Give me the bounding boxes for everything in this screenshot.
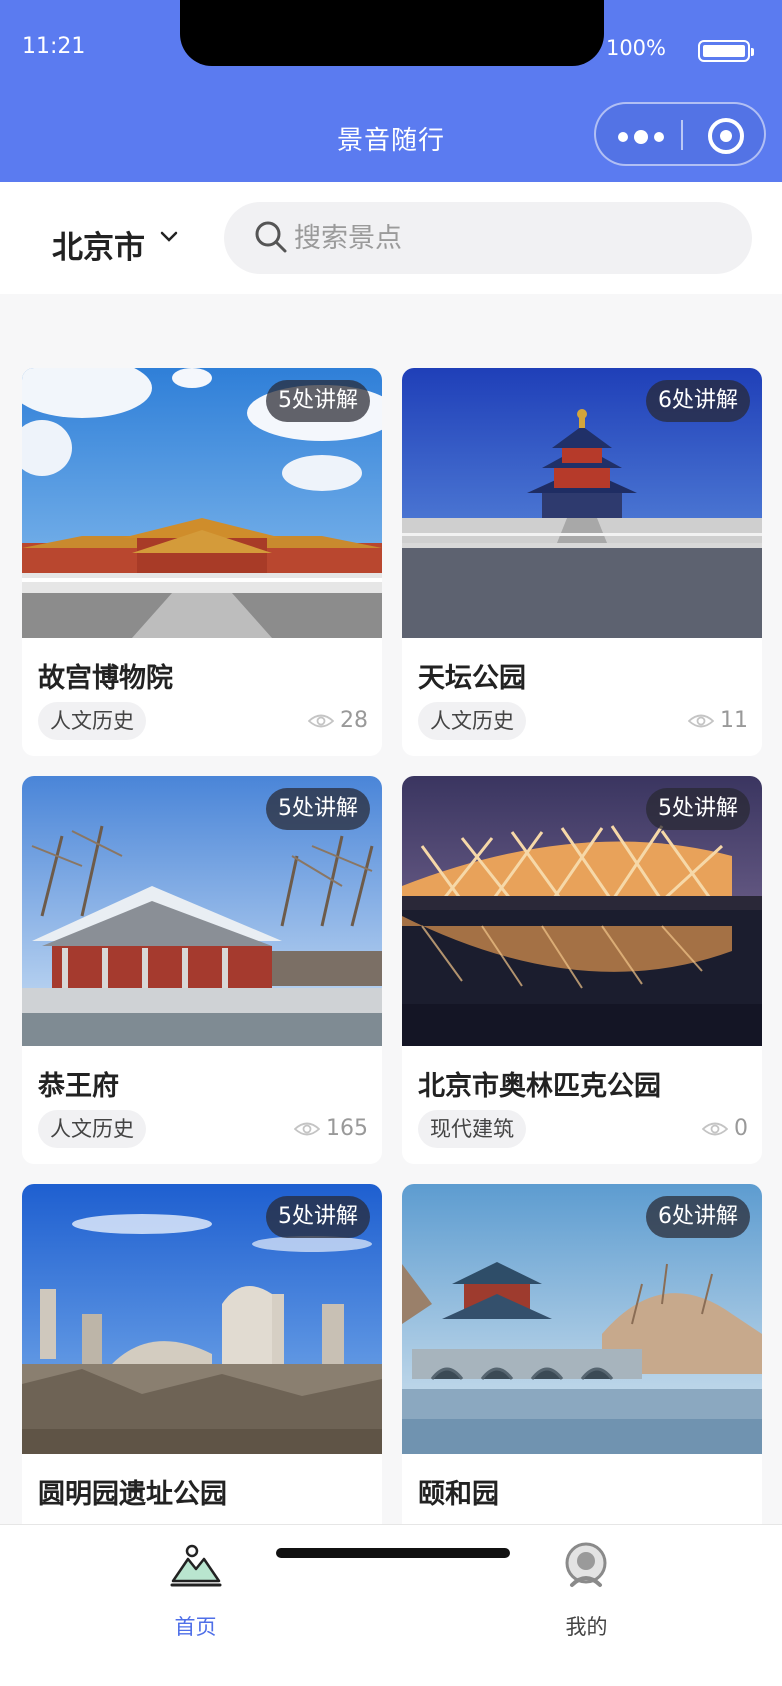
attraction-image: 6处讲解 xyxy=(402,368,762,638)
attraction-title: 圆明园遗址公园 xyxy=(38,1479,227,1510)
attraction-card[interactable]: 5处讲解 北京市奥林匹克公园 现代建筑 0 xyxy=(402,776,762,1164)
tab-home-label: 首页 xyxy=(174,1615,217,1639)
tab-mine-label: 我的 xyxy=(565,1615,608,1639)
tab-home[interactable]: 首页 xyxy=(0,1525,391,1655)
search-icon xyxy=(255,221,287,253)
search-box[interactable] xyxy=(224,202,752,274)
phone-screen: 11:21 100% 景音随行 北京市 搜索景点 5处讲解 故宫博物院 人文历史… xyxy=(0,0,782,1686)
category-tag: 人文历史 xyxy=(38,1110,146,1148)
attraction-title: 恭王府 xyxy=(38,1071,119,1102)
search-input[interactable] xyxy=(294,220,714,256)
view-count-value: 11 xyxy=(720,708,748,733)
attraction-image: 5处讲解 xyxy=(22,1184,382,1454)
category-tag: 现代建筑 xyxy=(418,1110,526,1148)
view-count: 165 xyxy=(294,1116,368,1141)
close-target-icon[interactable] xyxy=(708,118,744,154)
view-count: 11 xyxy=(688,708,748,733)
attraction-title: 故宫博物院 xyxy=(38,663,173,694)
attraction-grid: 5处讲解 故宫博物院 人文历史 28 6处讲解 天坛公园 人文历史 11 5处讲… xyxy=(22,368,762,1572)
audio-count-badge: 5处讲解 xyxy=(266,380,370,422)
capsule-divider xyxy=(681,120,683,150)
view-count-value: 0 xyxy=(734,1116,748,1141)
category-tag: 人文历史 xyxy=(38,702,146,740)
attraction-card[interactable]: 6处讲解 颐和园 xyxy=(402,1184,762,1572)
chevron-down-icon[interactable] xyxy=(158,226,180,248)
eye-icon xyxy=(294,1122,320,1135)
attraction-card[interactable]: 5处讲解 圆明园遗址公园 xyxy=(22,1184,382,1572)
attraction-image: 5处讲解 xyxy=(22,776,382,1046)
tab-mine[interactable]: 我的 xyxy=(391,1525,782,1655)
view-count-value: 165 xyxy=(326,1116,368,1141)
attraction-card[interactable]: 5处讲解 故宫博物院 人文历史 28 xyxy=(22,368,382,756)
mini-program-capsule xyxy=(594,102,766,166)
eye-icon xyxy=(702,1122,728,1135)
attraction-image: 6处讲解 xyxy=(402,1184,762,1454)
city-selector[interactable]: 北京市 xyxy=(52,222,145,267)
status-time: 11:21 xyxy=(22,34,86,59)
attraction-title: 颐和园 xyxy=(418,1479,499,1510)
user-icon xyxy=(565,1542,607,1587)
home-indicator xyxy=(276,1548,510,1558)
attraction-card[interactable]: 6处讲解 天坛公园 人文历史 11 xyxy=(402,368,762,756)
battery-icon xyxy=(698,40,754,62)
attraction-title: 天坛公园 xyxy=(418,663,526,694)
audio-count-badge: 5处讲解 xyxy=(266,788,370,830)
audio-count-badge: 5处讲解 xyxy=(646,788,750,830)
notch xyxy=(180,0,604,66)
view-count-value: 28 xyxy=(340,708,368,733)
audio-count-badge: 5处讲解 xyxy=(266,1196,370,1238)
category-tag: 人文历史 xyxy=(418,702,526,740)
attraction-card[interactable]: 5处讲解 恭王府 人文历史 165 xyxy=(22,776,382,1164)
search-bar: 北京市 xyxy=(0,182,782,294)
audio-count-badge: 6处讲解 xyxy=(646,380,750,422)
audio-count-badge: 6处讲解 xyxy=(646,1196,750,1238)
attraction-title: 北京市奥林匹克公园 xyxy=(418,1071,661,1102)
eye-icon xyxy=(308,714,334,727)
attraction-image: 5处讲解 xyxy=(22,368,382,638)
more-icon[interactable] xyxy=(618,130,664,144)
view-count: 28 xyxy=(308,708,368,733)
mountain-icon xyxy=(170,1544,222,1587)
attraction-image: 5处讲解 xyxy=(402,776,762,1046)
header: 11:21 100% 景音随行 xyxy=(0,0,782,182)
view-count: 0 xyxy=(702,1116,748,1141)
eye-icon xyxy=(688,714,714,727)
battery-percent: 100% xyxy=(605,36,666,60)
